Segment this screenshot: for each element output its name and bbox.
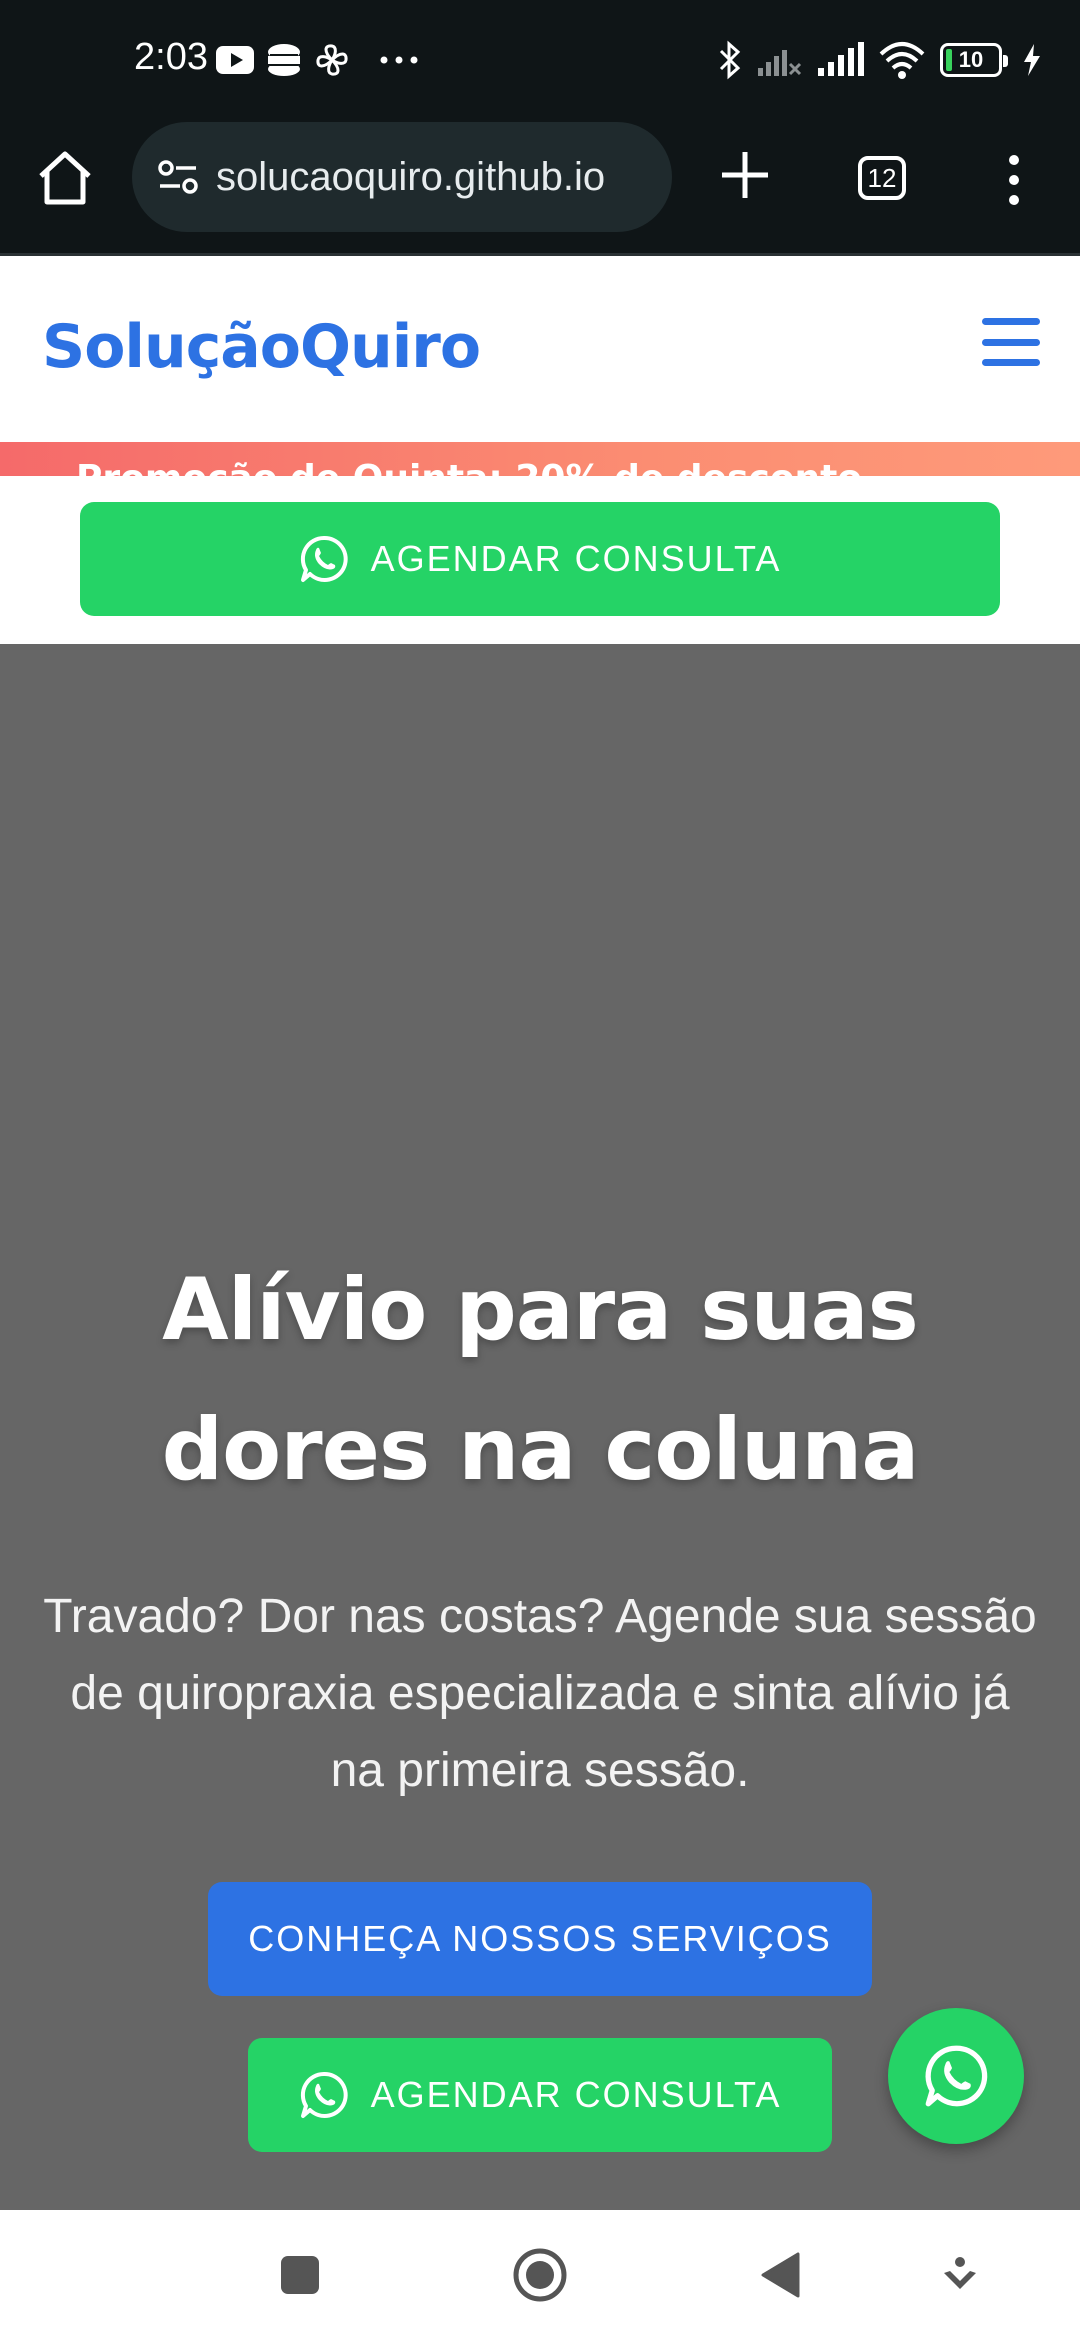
signal-icon xyxy=(818,42,864,76)
wifi-icon xyxy=(879,42,925,79)
sticky-schedule-label: AGENDAR CONSULTA xyxy=(370,538,782,579)
burger-king-icon xyxy=(268,44,300,76)
battery-icon: 10 xyxy=(940,43,1008,77)
hero-schedule-label: AGENDAR CONSULTA xyxy=(370,2074,782,2115)
pinwheel-icon xyxy=(316,44,348,76)
system-nav-bar xyxy=(0,2210,1080,2340)
browser-toolbar: solucaoquiro.github.io 12 xyxy=(0,120,1080,256)
services-button[interactable]: CONHEÇA NOSSOS SERVIÇOS xyxy=(208,1882,872,1996)
whatsapp-icon xyxy=(300,535,348,582)
site-settings-icon[interactable] xyxy=(154,153,202,201)
whatsapp-floating-button[interactable] xyxy=(888,2008,1024,2144)
back-triangle-icon xyxy=(761,2252,800,2298)
site-logo[interactable]: SoluçãoQuiro xyxy=(42,312,481,382)
overflow-menu-icon[interactable] xyxy=(1002,152,1026,208)
hamburger-menu-icon[interactable] xyxy=(982,318,1040,366)
hero-schedule-button[interactable]: AGENDAR CONSULTA xyxy=(248,2038,832,2152)
signal-no-sim-icon xyxy=(758,50,802,76)
promo-banner: Promoção de Quinta: 20% de desconto xyxy=(0,442,1080,476)
sticky-cta-bar: AGENDAR CONSULTA xyxy=(0,476,1080,644)
hero-section: Alívio para suas dores na coluna Travado… xyxy=(0,644,1080,2210)
youtube-icon xyxy=(216,46,254,74)
services-button-label: CONHEÇA NOSSOS SERVIÇOS xyxy=(248,1918,832,1959)
status-time: 2:03 xyxy=(134,36,208,78)
battery-level: 10 xyxy=(958,47,984,72)
address-bar[interactable]: solucaoquiro.github.io xyxy=(132,122,672,232)
home-circle-icon xyxy=(513,2248,567,2302)
whatsapp-icon xyxy=(300,2071,348,2118)
charging-icon xyxy=(1024,44,1040,76)
new-tab-icon[interactable] xyxy=(718,148,772,202)
sticky-schedule-button[interactable]: AGENDAR CONSULTA xyxy=(80,502,1000,616)
tab-switcher-button[interactable]: 12 xyxy=(858,156,906,200)
back-button[interactable] xyxy=(740,2210,820,2340)
url-text: solucaoquiro.github.io xyxy=(216,154,606,199)
hero-subtitle: Travado? Dor nas costas? Agende sua sess… xyxy=(43,1590,1037,1797)
assistant-button[interactable] xyxy=(920,2210,1000,2340)
recents-square-icon xyxy=(281,2256,319,2294)
system-status-icons: 10 xyxy=(718,36,1042,84)
status-bar: 2:03 10 xyxy=(0,0,1080,120)
hero-title: Alívio para suas dores na coluna xyxy=(161,1260,920,1500)
bluetooth-icon xyxy=(719,40,741,80)
home-icon[interactable] xyxy=(36,148,94,208)
home-button[interactable] xyxy=(500,2210,580,2340)
whatsapp-icon xyxy=(925,2045,988,2107)
more-dots-icon xyxy=(380,56,418,64)
assistant-icon xyxy=(944,2257,976,2289)
site-header: SoluçãoQuiro xyxy=(0,256,1080,442)
tab-count: 12 xyxy=(867,163,897,193)
promo-text: Promoção de Quinta: 20% de desconto xyxy=(76,458,862,476)
recents-button[interactable] xyxy=(260,2210,340,2340)
